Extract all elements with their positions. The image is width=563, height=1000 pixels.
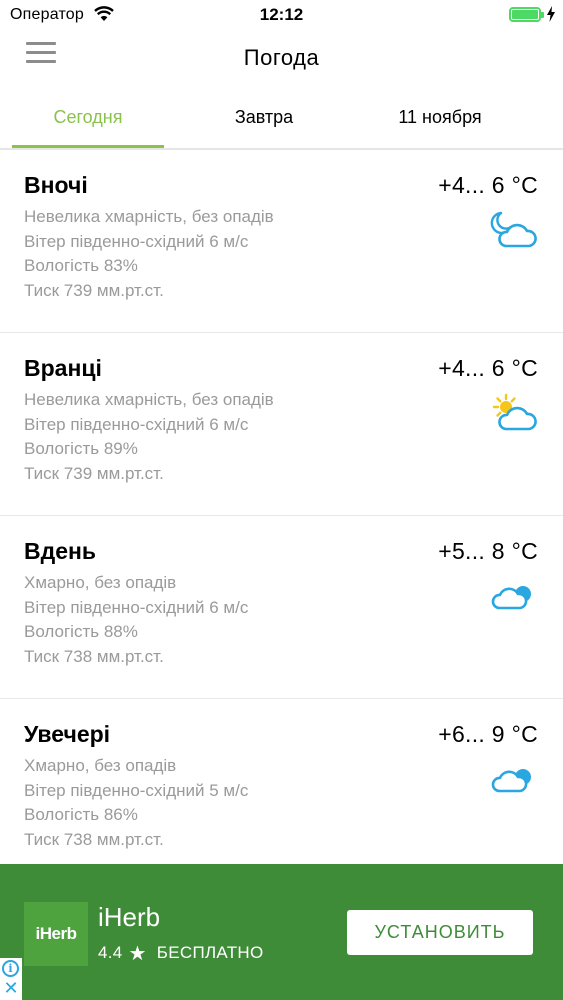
- period-name: Вдень: [24, 538, 97, 564]
- wind-info: Вітер південно-східний 5 м/с: [24, 780, 249, 800]
- tab-date[interactable]: 11 ноября: [360, 95, 520, 150]
- wind-info: Вітер південно-східний 6 м/с: [24, 597, 249, 617]
- period-temperature: +6... 9 °C: [438, 721, 538, 747]
- pressure-info: Тиск 739 мм.рт.ст.: [24, 463, 164, 483]
- period-details: Невелика хмарність, без опадів Вітер пів…: [24, 205, 274, 303]
- navigation-bar: Погода: [0, 30, 563, 90]
- cloudy-icon: [489, 759, 539, 799]
- period-details: Невелика хмарність, без опадів Вітер пів…: [24, 388, 274, 486]
- ad-rating: 4.4: [98, 943, 123, 962]
- pressure-info: Тиск 738 мм.рт.ст.: [24, 829, 164, 849]
- forecast-night[interactable]: Вночі +4... 6 °C Невелика хмарність, без…: [0, 150, 563, 333]
- ad-app-title: iHerb: [98, 902, 161, 932]
- status-time: 12:12: [259, 5, 304, 24]
- ad-price: БЕСПЛАТНО: [156, 943, 264, 962]
- humidity-info: Вологість 89%: [24, 439, 138, 458]
- period-name: Вранці: [24, 355, 102, 381]
- forecast-evening[interactable]: Увечері +6... 9 °C Хмарно, без опадів Ві…: [0, 699, 563, 882]
- pressure-info: Тиск 739 мм.рт.ст.: [24, 280, 164, 300]
- weather-description: Невелика хмарність, без опадів: [24, 207, 274, 226]
- humidity-info: Вологість 88%: [24, 622, 138, 641]
- wind-info: Вітер південно-східний 6 м/с: [24, 231, 249, 251]
- wind-info: Вітер південно-східний 6 м/с: [24, 414, 249, 434]
- status-bar: Оператор 12:12: [0, 0, 563, 30]
- sun-cloud-icon: [489, 393, 539, 433]
- period-name: Увечері: [24, 721, 111, 747]
- page-title: Погода: [243, 45, 320, 70]
- period-temperature: +4... 6 °C: [438, 355, 538, 381]
- humidity-info: Вологість 86%: [24, 805, 138, 824]
- ad-choices: i ✕: [0, 958, 22, 1000]
- battery-icon: [509, 7, 541, 22]
- close-icon[interactable]: ✕: [3, 979, 19, 997]
- battery-tip: [541, 12, 544, 18]
- day-tabs: Сегодня Завтра 11 ноября: [0, 95, 563, 150]
- install-button[interactable]: УСТАНОВИТЬ: [347, 910, 533, 955]
- period-temperature: +4... 6 °C: [438, 172, 538, 198]
- star-icon: ★: [128, 943, 147, 965]
- forecast-day[interactable]: Вдень +5... 8 °C Хмарно, без опадів Віте…: [0, 516, 563, 699]
- weather-description: Хмарно, без опадів: [24, 756, 177, 775]
- period-details: Хмарно, без опадів Вітер південно-східни…: [24, 571, 248, 669]
- cloudy-icon: [489, 576, 539, 616]
- ad-app-meta: 4.4 ★ БЕСПЛАТНО: [98, 941, 264, 966]
- weather-description: Хмарно, без опадів: [24, 573, 177, 592]
- tab-tomorrow[interactable]: Завтра: [188, 95, 340, 150]
- tab-today[interactable]: Сегодня: [12, 95, 164, 150]
- app-logo: iHerb: [24, 902, 88, 966]
- info-icon[interactable]: i: [2, 960, 19, 977]
- forecast-morning[interactable]: Вранці +4... 6 °C Невелика хмарність, бе…: [0, 333, 563, 516]
- forecast-list: Вночі +4... 6 °C Невелика хмарність, без…: [0, 150, 563, 882]
- period-name: Вночі: [24, 172, 88, 198]
- charging-icon: [547, 6, 555, 27]
- weather-description: Невелика хмарність, без опадів: [24, 390, 274, 409]
- active-tab-indicator: [12, 145, 164, 148]
- humidity-info: Вологість 83%: [24, 256, 138, 275]
- pressure-info: Тиск 738 мм.рт.ст.: [24, 646, 164, 666]
- period-temperature: +5... 8 °C: [438, 538, 538, 564]
- ad-banner[interactable]: iHerb iHerb 4.4 ★ БЕСПЛАТНО УСТАНОВИТЬ i ✕: [0, 864, 563, 1000]
- moon-cloud-icon: [489, 210, 539, 250]
- period-details: Хмарно, без опадів Вітер південно-східни…: [24, 754, 248, 852]
